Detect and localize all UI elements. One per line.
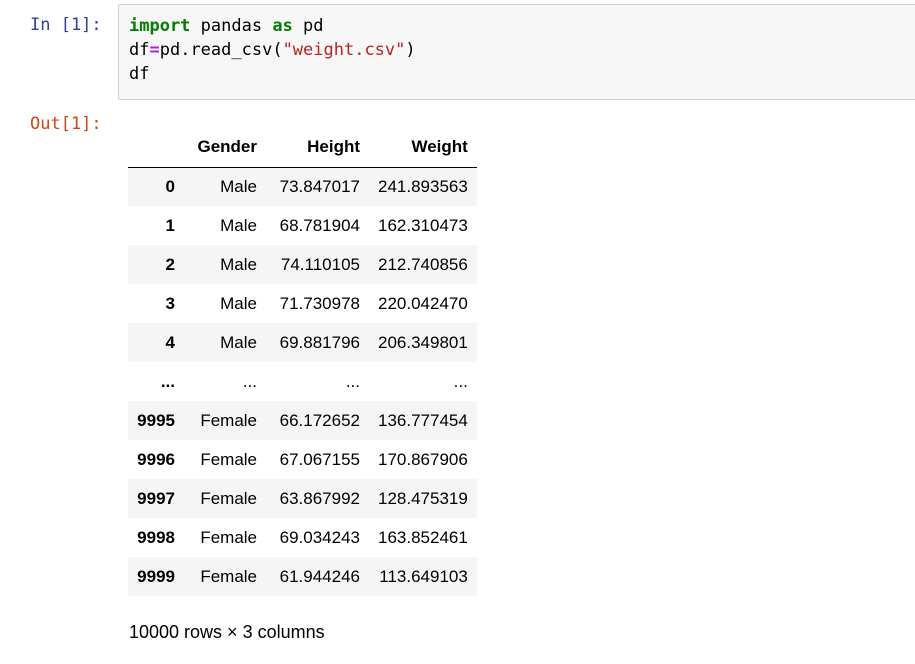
table-cell: ... [345,371,360,391]
table-row: 9996 Female 67.067155 170.867906 [128,440,477,479]
code-token: pd [292,16,324,36]
code-token: "weight.csv" [282,40,406,60]
code-line-3: df [129,62,905,86]
table-cell: 69.034243 [279,527,360,547]
code-line-1: import pandas as pd [129,14,905,38]
table-header-row: Gender Height Weight [128,127,477,168]
row-index-cell: ... [160,371,175,391]
row-index-cell: 2 [165,254,175,274]
table-cell: 170.867906 [378,449,468,469]
table-row: 9999 Female 61.944246 113.649103 [128,557,477,596]
table-row: 4 Male 69.881796 206.349801 [128,323,477,362]
row-index-cell: 9999 [137,566,175,586]
table-cell: Female [200,566,257,586]
table-cell: 136.777454 [378,410,468,430]
row-index-cell: 3 [165,293,175,313]
table-cell: Female [200,488,257,508]
table-body: 0 Male 73.847017 241.893563 1 Male 68.781904 16… [128,167,477,596]
table-cell: 66.172652 [279,410,360,430]
gender-header: Gender [184,127,266,168]
row-index-cell: 0 [165,176,175,196]
input-prompt: In [1]: [30,15,102,35]
code-token: = [149,40,160,60]
code-token: import [129,16,191,36]
table-cell: 68.781904 [279,215,360,235]
table-cell: 162.310473 [378,215,468,235]
code-cell-editor[interactable]: import pandas as pd df=pd.read_csv("weig… [118,4,915,100]
table-row: 0 Male 73.847017 241.893563 [128,167,477,206]
dataframe-shape-text: 10000 rows × 3 columns [129,622,325,642]
table-row: 9997 Female 63.867992 128.475319 [128,479,477,518]
row-index-cell: 4 [165,332,175,352]
table-cell: Female [200,527,257,547]
weight-header: Weight [369,127,477,168]
table-cell: 241.893563 [378,176,468,196]
table-cell: Male [220,293,257,313]
table-cell: 74.110105 [280,254,360,274]
output-prompt: Out[1]: [30,114,102,134]
code-token: pandas [190,16,273,36]
table-cell: Female [200,410,257,430]
table-cell: 212.740856 [378,254,468,274]
dataframe-table: Gender Height Weight 0 Male 73.847017 241.8… [128,127,477,596]
table-cell: 71.730978 [279,293,360,313]
table-cell: ... [453,371,468,391]
table-cell: 113.649103 [379,566,468,586]
table-cell: 67.067155 [279,449,360,469]
table-cell: 206.349801 [378,332,468,352]
height-header: Height [266,127,369,168]
table-cell: Female [200,449,257,469]
code-token: ) [405,40,416,60]
table-cell: ... [242,371,257,391]
code-token: df [129,64,150,84]
table-cell: 61.944246 [279,566,360,586]
table-cell: Male [220,215,257,235]
table-row: 1 Male 68.781904 162.310473 [128,206,477,245]
row-index-cell: 9997 [137,488,175,508]
row-index-cell: 9996 [137,449,175,469]
table-cell: 163.852461 [378,527,468,547]
row-index-cell: 9998 [137,527,175,547]
table-cell: 73.847017 [279,176,360,196]
table-cell: 220.042470 [378,293,468,313]
table-row: 3 Male 71.730978 220.042470 [128,284,477,323]
table-row: 9998 Female 69.034243 163.852461 [128,518,477,557]
table-cell: 128.475319 [378,488,468,508]
code-line-2: df=pd.read_csv("weight.csv") [129,38,905,62]
table-cell: 63.867992 [279,488,360,508]
table-cell: Male [220,332,257,352]
row-index-cell: 9995 [137,410,175,430]
table-cell: 69.881796 [279,332,360,352]
index-header [128,127,184,168]
table-row: 2 Male 74.110105 212.740856 [128,245,477,284]
table-row: ............ [128,362,477,401]
table-cell: Male [220,176,257,196]
code-token: as [272,16,293,36]
code-token: pd.read_csv( [159,40,283,60]
table-cell: Male [220,254,257,274]
table-row: 9995 Female 66.172652 136.777454 [128,401,477,440]
row-index-cell: 1 [165,215,175,235]
code-token: df [129,40,150,60]
